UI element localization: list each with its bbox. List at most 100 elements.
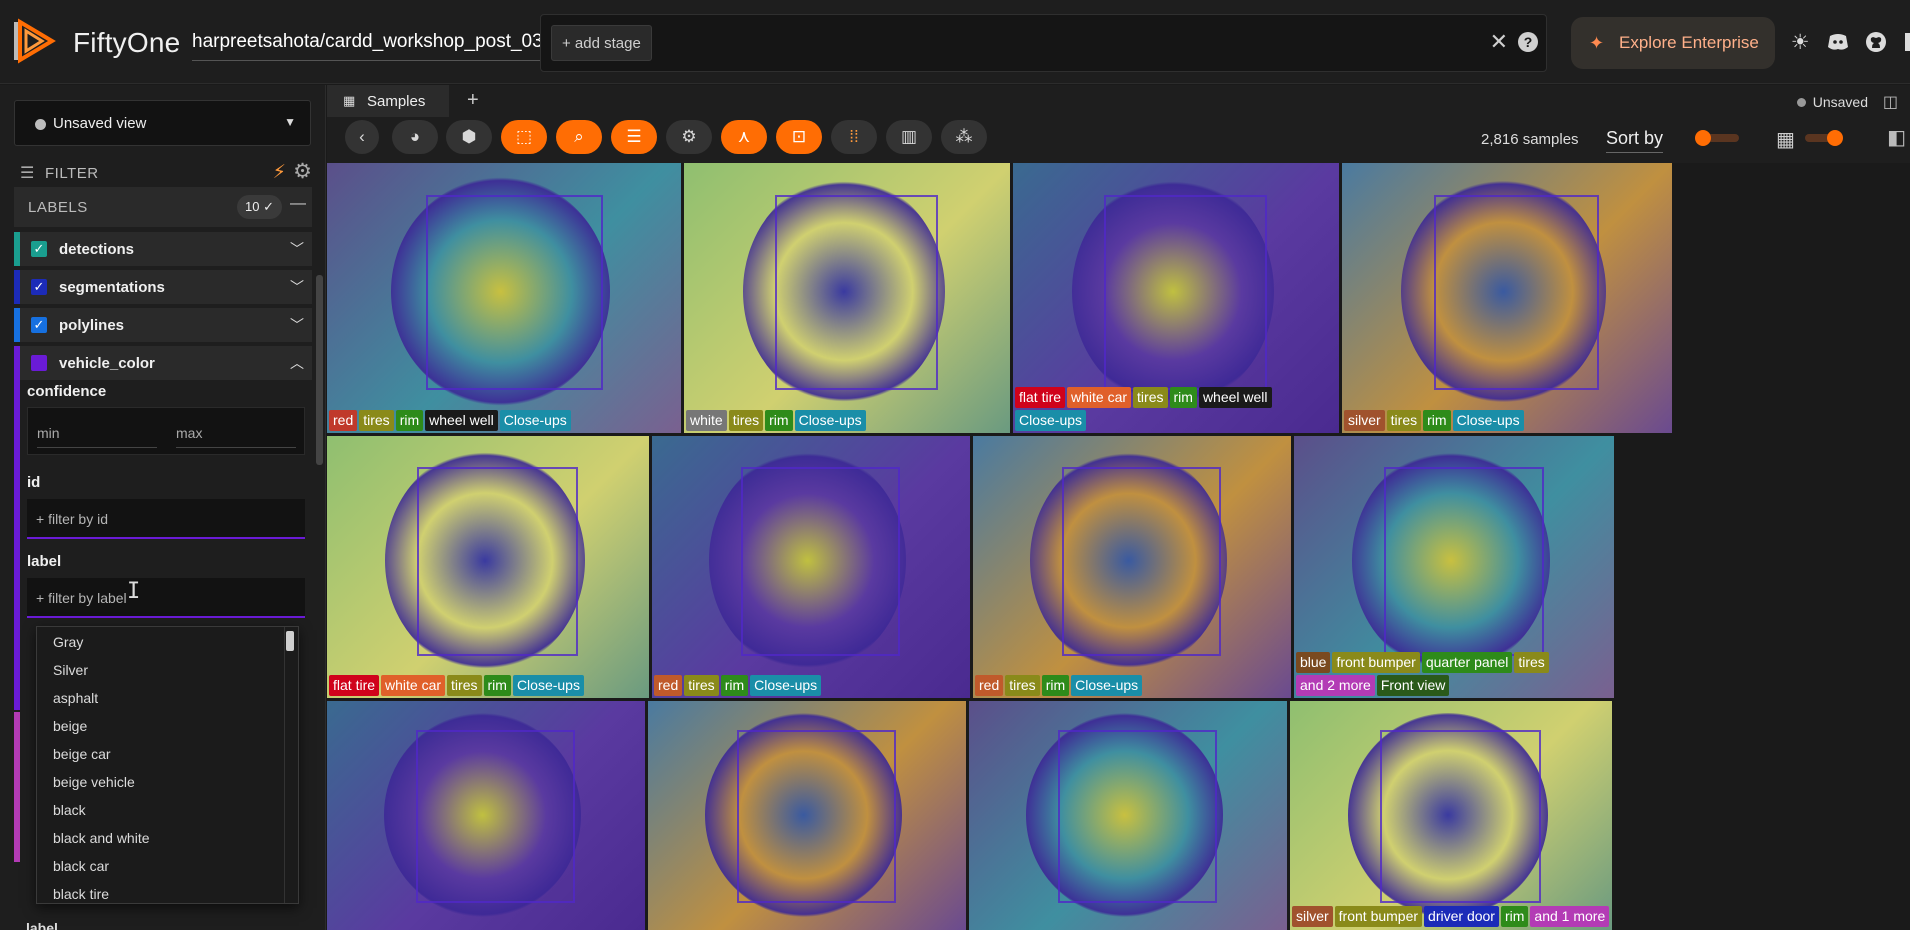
dropdown-scroll-track[interactable] bbox=[284, 627, 296, 903]
label-option[interactable]: Silver bbox=[53, 662, 88, 678]
add-stage-button[interactable]: + add stage bbox=[551, 25, 652, 61]
sample-tile[interactable]: red tires rim Close-ups bbox=[973, 436, 1291, 698]
label-tag[interactable]: Close-ups bbox=[750, 675, 822, 696]
label-tag[interactable]: silver bbox=[1292, 906, 1333, 927]
zoom-slider[interactable] bbox=[1805, 130, 1843, 146]
label-tag[interactable]: tires bbox=[1386, 410, 1422, 431]
sample-tile[interactable]: white tires rim Close-ups bbox=[684, 163, 1010, 433]
label-option[interactable]: black and white bbox=[53, 830, 150, 846]
label-tag[interactable]: Close-ups bbox=[794, 410, 866, 431]
layout-icon[interactable]: ◫ bbox=[1883, 92, 1898, 112]
labels-group-header[interactable]: LABELS 10 ✓ — bbox=[14, 187, 312, 227]
label-tag[interactable]: white car bbox=[1067, 387, 1132, 408]
tag-button[interactable]: ⬢ bbox=[446, 120, 492, 154]
sort-by-button[interactable]: Sort by bbox=[1606, 128, 1664, 153]
checkbox-icon[interactable]: ✓ bbox=[31, 241, 47, 257]
chevron-down-icon[interactable]: ﹀ bbox=[290, 277, 304, 297]
sample-tile[interactable]: red tires rim wheel well Close-ups bbox=[327, 163, 681, 433]
field-row-polylines[interactable]: ✓ polylines ﹀ bbox=[14, 308, 312, 342]
brand-name[interactable]: FiftyOne bbox=[73, 27, 180, 59]
label-tag[interactable]: white bbox=[686, 410, 727, 431]
grid-layout-icon[interactable]: ▦ bbox=[1776, 127, 1795, 152]
label-option[interactable]: beige car bbox=[53, 746, 111, 762]
sample-tile[interactable]: flat tire white car tires rim wheel well Clos… bbox=[1013, 163, 1339, 433]
label-tag[interactable]: red bbox=[329, 410, 358, 431]
label-tag[interactable]: wheel well bbox=[1198, 387, 1272, 408]
inspect-button[interactable]: ⊡ bbox=[776, 120, 822, 154]
gear-icon[interactable]: ⚙ bbox=[293, 159, 312, 184]
label-tag[interactable]: Close-ups bbox=[1452, 410, 1524, 431]
sample-tile[interactable] bbox=[327, 701, 645, 930]
label-tag[interactable]: rim bbox=[765, 410, 793, 431]
close-icon[interactable]: ✕ bbox=[1490, 31, 1508, 53]
label-tag[interactable]: tires bbox=[1005, 675, 1040, 696]
label-tag[interactable]: rim bbox=[1423, 410, 1451, 431]
label-tag[interactable]: wheel well bbox=[425, 410, 498, 431]
field-row-segmentations[interactable]: ✓ segmentations ﹀ bbox=[14, 270, 312, 304]
histogram-button[interactable]: ▥ bbox=[886, 120, 932, 154]
label-tag[interactable]: Close-ups bbox=[1071, 675, 1143, 696]
sample-tile[interactable] bbox=[969, 701, 1287, 930]
sort-order-slider[interactable] bbox=[1695, 130, 1739, 146]
sample-tile[interactable]: red tires rim Close-ups bbox=[652, 436, 970, 698]
label-option[interactable]: black bbox=[53, 802, 86, 818]
label-tag[interactable]: Close-ups bbox=[1015, 410, 1087, 431]
labels-count-badge[interactable]: 10 ✓ bbox=[237, 195, 282, 219]
discord-icon[interactable] bbox=[1825, 30, 1851, 56]
label-filter-input[interactable]: + filter by label bbox=[27, 578, 305, 618]
sample-tile[interactable]: blue front bumper quarter panel tires and 2 … bbox=[1294, 436, 1614, 698]
github-icon[interactable] bbox=[1863, 30, 1889, 56]
label-tag[interactable]: red bbox=[654, 675, 683, 696]
fiftyone-logo-icon[interactable] bbox=[12, 18, 58, 64]
sample-tile[interactable] bbox=[648, 701, 966, 930]
label-tag[interactable]: white car bbox=[381, 675, 446, 696]
label-option[interactable]: Gray bbox=[53, 634, 83, 650]
lightning-icon[interactable]: ⚡ bbox=[273, 161, 286, 184]
label-option[interactable]: asphalt bbox=[53, 690, 98, 706]
label-tag[interactable]: Front view bbox=[1376, 675, 1450, 696]
sample-tile[interactable]: silver front bumper driver door rim and 1 mo… bbox=[1290, 701, 1612, 930]
label-tag[interactable]: rim bbox=[1041, 675, 1070, 696]
label-option[interactable]: black tire bbox=[53, 886, 109, 902]
label-tag[interactable]: front bumper bbox=[1332, 652, 1420, 673]
saved-view-selector[interactable]: Unsaved view ▼ bbox=[14, 100, 311, 146]
label-tag[interactable]: rim bbox=[1500, 906, 1529, 927]
label-tag[interactable]: and 2 more bbox=[1296, 675, 1375, 696]
sidebar-scrollbar[interactable] bbox=[316, 275, 323, 465]
label-tag[interactable]: red bbox=[975, 675, 1004, 696]
sample-tile[interactable]: flat tire white car tires rim Close-ups bbox=[327, 436, 649, 698]
label-tag[interactable]: tires bbox=[1133, 387, 1168, 408]
label-tag[interactable]: rim bbox=[1169, 387, 1197, 408]
label-tag[interactable]: tires bbox=[359, 410, 394, 431]
label-tag[interactable]: silver bbox=[1344, 410, 1385, 431]
dropdown-scrollbar[interactable] bbox=[286, 631, 294, 651]
collapse-icon[interactable]: — bbox=[290, 195, 306, 213]
settings-button[interactable]: ⚙ bbox=[666, 120, 712, 154]
slider-knob[interactable] bbox=[1827, 130, 1843, 146]
add-panel-button[interactable]: + bbox=[467, 89, 479, 112]
chevron-down-icon[interactable]: ﹀ bbox=[290, 315, 304, 335]
label-tag[interactable]: flat tire bbox=[329, 675, 380, 696]
embeddings-button[interactable]: ⋏ bbox=[721, 120, 767, 154]
label-tag[interactable]: and 1 more bbox=[1530, 906, 1610, 927]
label-tag[interactable]: tires bbox=[1514, 652, 1549, 673]
label-option[interactable]: beige vehicle bbox=[53, 774, 135, 790]
chevron-down-icon[interactable]: ﹀ bbox=[290, 239, 304, 259]
label-option[interactable]: black car bbox=[53, 858, 109, 874]
explore-enterprise-button[interactable]: ✦ Explore Enterprise bbox=[1571, 17, 1775, 69]
sample-tile[interactable]: silver tires rim Close-ups bbox=[1342, 163, 1672, 433]
label-tag[interactable]: tires bbox=[728, 410, 764, 431]
operators-button[interactable]: ⁂ bbox=[941, 120, 987, 154]
slider-knob[interactable] bbox=[1695, 130, 1711, 146]
label-tag[interactable]: driver door bbox=[1424, 906, 1499, 927]
label-tag[interactable]: rim bbox=[720, 675, 749, 696]
checkbox-icon[interactable]: ✓ bbox=[31, 317, 47, 333]
similarity-search-button[interactable]: ⌕ bbox=[556, 120, 602, 154]
label-tag[interactable]: tires bbox=[447, 675, 482, 696]
field-row-detections[interactable]: ✓ detections ﹀ bbox=[14, 232, 312, 266]
view-stage-bar[interactable]: + add stage ✕ ? bbox=[540, 14, 1547, 72]
label-options-dropdown[interactable]: Gray Silver asphalt beige beige car beig… bbox=[36, 626, 299, 904]
label-option[interactable]: beige bbox=[53, 718, 87, 734]
label-tag[interactable]: quarter panel bbox=[1421, 652, 1513, 673]
tab-samples[interactable]: ▦ Samples bbox=[327, 85, 449, 117]
